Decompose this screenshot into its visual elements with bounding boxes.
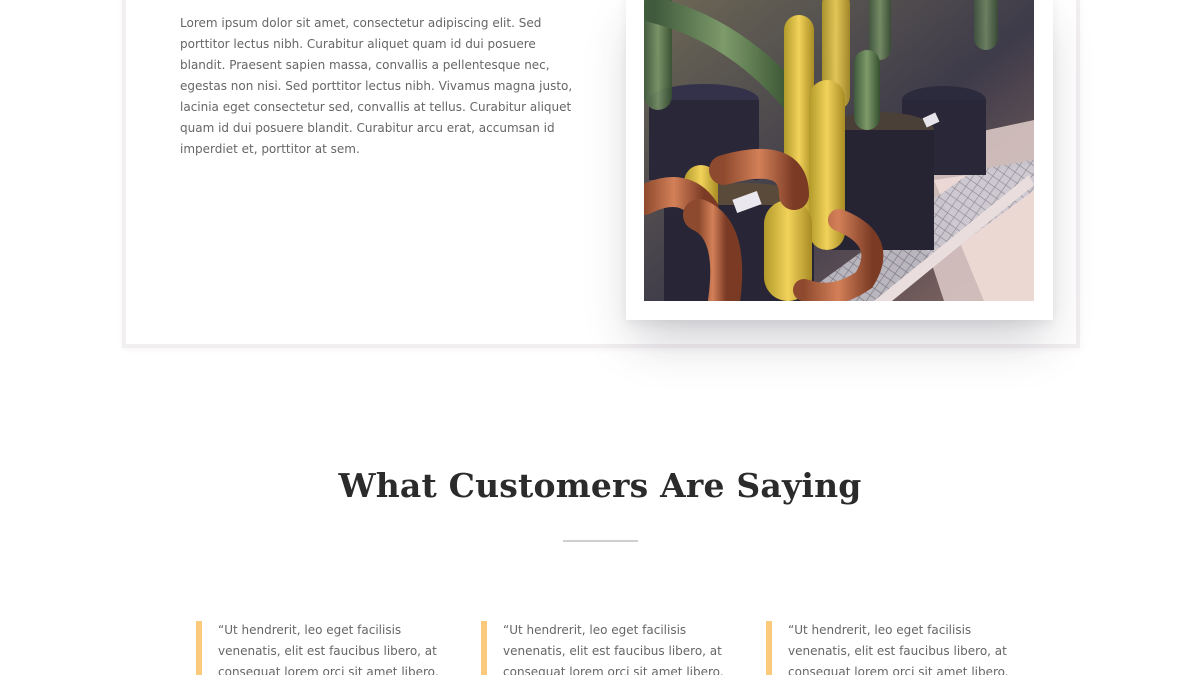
cactus-photo	[644, 0, 1034, 301]
title-divider	[563, 540, 638, 542]
testimonial-card: “Ut hendrerit, leo eget facilisis venena…	[481, 620, 731, 675]
photo-frame	[626, 0, 1053, 320]
quote-accent-bar	[481, 621, 487, 675]
feature-body-text: Lorem ipsum dolor sit amet, consectetur …	[180, 16, 573, 156]
testimonial-quote: “Ut hendrerit, leo eget facilisis venena…	[218, 623, 439, 675]
testimonial-quote: “Ut hendrerit, leo eget facilisis venena…	[503, 623, 724, 675]
testimonial-quote: “Ut hendrerit, leo eget facilisis venena…	[788, 623, 1009, 675]
testimonial-card: “Ut hendrerit, leo eget facilisis venena…	[766, 620, 1016, 675]
quote-accent-bar	[766, 621, 772, 675]
testimonial-card: “Ut hendrerit, leo eget facilisis venena…	[196, 620, 446, 675]
section-title: What Customers Are Saying	[338, 466, 862, 505]
quote-accent-bar	[196, 621, 202, 675]
